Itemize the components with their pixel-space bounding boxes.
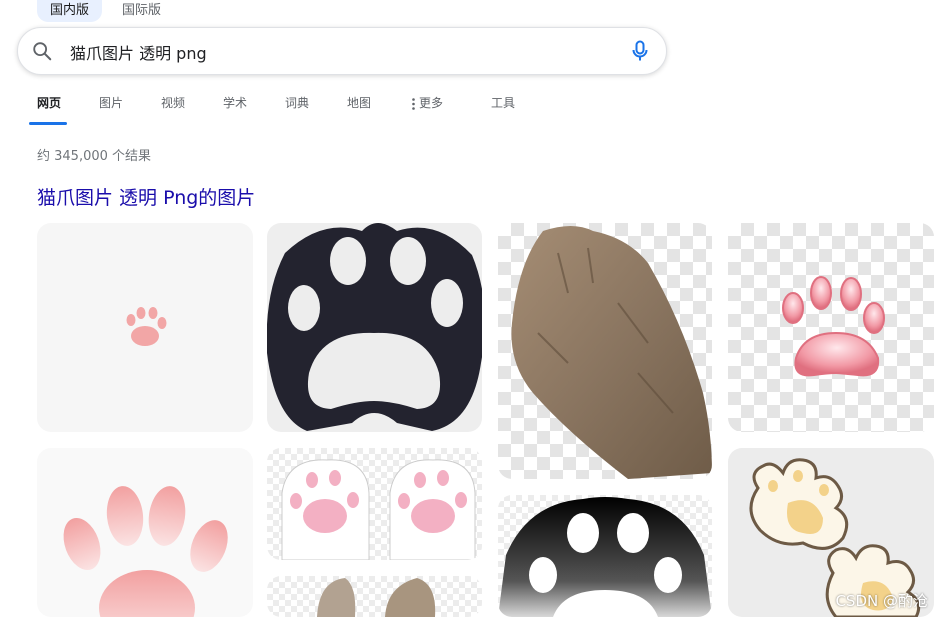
tab-academic[interactable]: 学术 (223, 92, 247, 126)
international-version-toggle[interactable]: 国际版 (122, 0, 161, 22)
image-result-black-fade-paw[interactable] (498, 495, 712, 617)
image-result-cream-paws[interactable]: CSDN @酌沧 (728, 448, 934, 617)
search-box (17, 27, 667, 75)
image-result-large-pink-paw[interactable] (37, 448, 253, 617)
image-result-brown-paws[interactable] (267, 576, 482, 617)
tab-videos[interactable]: 视频 (161, 92, 185, 126)
domestic-version-toggle[interactable]: 国内版 (37, 0, 103, 22)
tab-more[interactable]: 更多 (412, 92, 443, 126)
active-tab-indicator (29, 122, 67, 125)
image-result-black-paw[interactable] (267, 223, 482, 432)
image-result-small-pink-paw[interactable] (37, 223, 253, 432)
result-count: 约 345,000 个结果 (37, 149, 152, 164)
search-icon[interactable] (31, 40, 53, 62)
microphone-icon[interactable] (630, 40, 650, 62)
image-result-real-cat-paw[interactable] (498, 223, 712, 479)
search-tabs: 网页 图片 视频 学术 词典 地图 更多 工具 (0, 92, 934, 126)
images-section-link[interactable]: 猫爪图片 透明 Png的图片 (37, 183, 255, 210)
more-vertical-icon (412, 97, 415, 110)
image-result-pink-paws-pair[interactable] (267, 448, 482, 560)
tab-tools[interactable]: 工具 (491, 92, 515, 126)
csdn-watermark: CSDN @酌沧 (835, 592, 928, 610)
tab-images[interactable]: 图片 (99, 92, 123, 126)
tab-maps[interactable]: 地图 (347, 92, 371, 126)
tab-dictionary[interactable]: 词典 (285, 92, 309, 126)
tab-web[interactable]: 网页 (37, 92, 61, 126)
search-input[interactable] (68, 36, 612, 68)
tab-more-label: 更多 (419, 96, 444, 110)
image-result-glossy-pink-paw[interactable] (728, 223, 934, 432)
